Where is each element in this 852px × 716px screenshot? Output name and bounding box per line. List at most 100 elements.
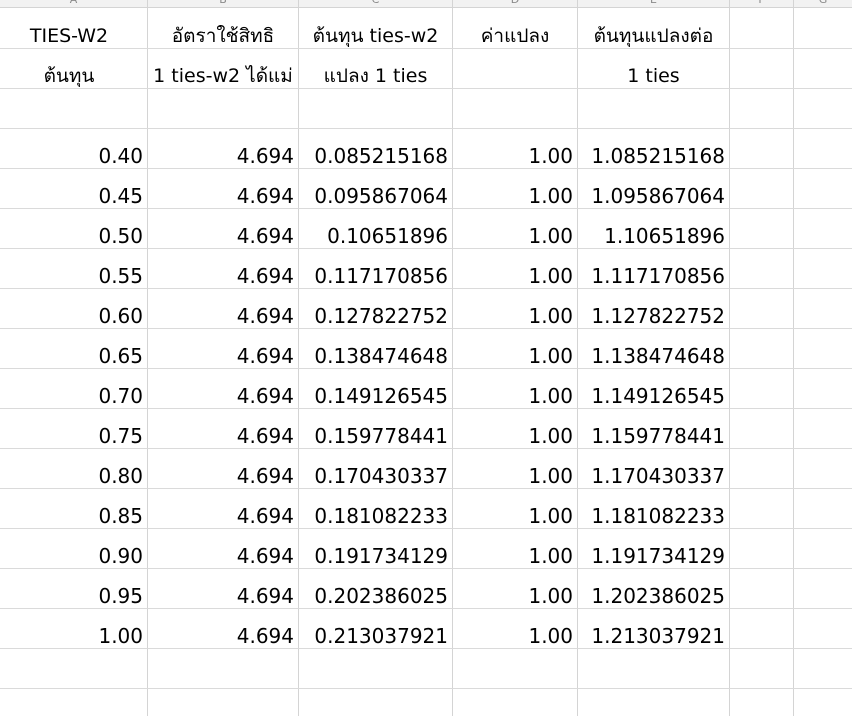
cell-a-cost[interactable]: 0.45 bbox=[0, 176, 147, 216]
cell-c-cost-per-tie[interactable]: 0.138474648 bbox=[299, 336, 452, 376]
column-header-g[interactable]: G bbox=[794, 0, 852, 7]
cell-d-conversion-fee[interactable]: 1.00 bbox=[453, 136, 577, 176]
cell-b-header-1[interactable]: อัตราใช้สิทธิ bbox=[148, 16, 298, 56]
cell-c-cost-per-tie[interactable]: 0.159778441 bbox=[299, 416, 452, 456]
column-header-b[interactable]: B bbox=[148, 0, 298, 7]
row-divider bbox=[0, 688, 852, 689]
table-row: 0.75 4.694 0.159778441 1.00 1.159778441 bbox=[0, 416, 852, 456]
cell-c-cost-per-tie[interactable]: 0.213037921 bbox=[299, 616, 452, 656]
cell-e-total-cost[interactable]: 1.170430337 bbox=[578, 456, 729, 496]
cell-c-cost-per-tie[interactable]: 0.127822752 bbox=[299, 296, 452, 336]
cell-b-ratio[interactable]: 4.694 bbox=[148, 376, 298, 416]
cell-c-header-1[interactable]: ต้นทุน ties-w2 bbox=[299, 16, 452, 56]
cell-e-total-cost[interactable]: 1.10651896 bbox=[578, 216, 729, 256]
table-row: 0.90 4.694 0.191734129 1.00 1.191734129 bbox=[0, 536, 852, 576]
column-header-f[interactable]: F bbox=[730, 0, 793, 7]
table-row: 0.85 4.694 0.181082233 1.00 1.181082233 bbox=[0, 496, 852, 536]
cell-b-ratio[interactable]: 4.694 bbox=[148, 456, 298, 496]
spreadsheet-grid: A B C D E F G TIES-W2 อัตราใช้สิทธิ ต้นท… bbox=[0, 0, 852, 716]
cell-e-total-cost[interactable]: 1.181082233 bbox=[578, 496, 729, 536]
cell-d-conversion-fee[interactable]: 1.00 bbox=[453, 336, 577, 376]
cell-b-header-2[interactable]: 1 ties-w2 ได้แม่ bbox=[148, 56, 298, 96]
cell-b-ratio[interactable]: 4.694 bbox=[148, 616, 298, 656]
cell-e-header-2[interactable]: 1 ties bbox=[578, 56, 729, 96]
column-header-d[interactable]: D bbox=[453, 0, 577, 7]
cell-d-conversion-fee[interactable]: 1.00 bbox=[453, 376, 577, 416]
cell-c-header-2[interactable]: แปลง 1 ties bbox=[299, 56, 452, 96]
cell-a-cost[interactable]: 0.75 bbox=[0, 416, 147, 456]
cell-e-total-cost[interactable]: 1.085215168 bbox=[578, 136, 729, 176]
cell-e-header-1[interactable]: ต้นทุนแปลงต่อ bbox=[578, 16, 729, 56]
cell-d-conversion-fee[interactable]: 1.00 bbox=[453, 616, 577, 656]
cell-b-ratio[interactable]: 4.694 bbox=[148, 496, 298, 536]
cell-d-conversion-fee[interactable]: 1.00 bbox=[453, 576, 577, 616]
cell-c-cost-per-tie[interactable]: 0.10651896 bbox=[299, 216, 452, 256]
cell-c-cost-per-tie[interactable]: 0.191734129 bbox=[299, 536, 452, 576]
cell-a-cost[interactable]: 1.00 bbox=[0, 616, 147, 656]
cell-d-conversion-fee[interactable]: 1.00 bbox=[453, 456, 577, 496]
cell-e-total-cost[interactable]: 1.127822752 bbox=[578, 296, 729, 336]
cell-b-ratio[interactable]: 4.694 bbox=[148, 296, 298, 336]
table-row: 0.65 4.694 0.138474648 1.00 1.138474648 bbox=[0, 336, 852, 376]
cell-e-total-cost[interactable]: 1.149126545 bbox=[578, 376, 729, 416]
cell-c-cost-per-tie[interactable]: 0.095867064 bbox=[299, 176, 452, 216]
column-header-bar: A B C D E F G bbox=[0, 0, 852, 8]
table-row: 0.70 4.694 0.149126545 1.00 1.149126545 bbox=[0, 376, 852, 416]
cell-a-cost[interactable]: 0.95 bbox=[0, 576, 147, 616]
column-header-a[interactable]: A bbox=[0, 0, 147, 7]
cell-c-cost-per-tie[interactable]: 0.085215168 bbox=[299, 136, 452, 176]
column-header-c[interactable]: C bbox=[299, 0, 452, 7]
cell-c-cost-per-tie[interactable]: 0.181082233 bbox=[299, 496, 452, 536]
cell-c-cost-per-tie[interactable]: 0.170430337 bbox=[299, 456, 452, 496]
cell-d-header-2[interactable] bbox=[453, 56, 577, 96]
table-row: 0.95 4.694 0.202386025 1.00 1.202386025 bbox=[0, 576, 852, 616]
cell-b-ratio[interactable]: 4.694 bbox=[148, 136, 298, 176]
cell-a-cost[interactable]: 0.55 bbox=[0, 256, 147, 296]
cell-b-ratio[interactable]: 4.694 bbox=[148, 536, 298, 576]
table-row: 0.50 4.694 0.10651896 1.00 1.10651896 bbox=[0, 216, 852, 256]
table-row: 0.60 4.694 0.127822752 1.00 1.127822752 bbox=[0, 296, 852, 336]
cell-d-conversion-fee[interactable]: 1.00 bbox=[453, 496, 577, 536]
cell-b-ratio[interactable]: 4.694 bbox=[148, 216, 298, 256]
cell-e-total-cost[interactable]: 1.095867064 bbox=[578, 176, 729, 216]
table-row: 0.80 4.694 0.170430337 1.00 1.170430337 bbox=[0, 456, 852, 496]
cell-c-cost-per-tie[interactable]: 0.149126545 bbox=[299, 376, 452, 416]
cell-b-ratio[interactable]: 4.694 bbox=[148, 416, 298, 456]
table-row: 0.45 4.694 0.095867064 1.00 1.095867064 bbox=[0, 176, 852, 216]
cell-e-total-cost[interactable]: 1.117170856 bbox=[578, 256, 729, 296]
cell-a-cost[interactable]: 0.50 bbox=[0, 216, 147, 256]
cell-c-cost-per-tie[interactable]: 0.117170856 bbox=[299, 256, 452, 296]
cell-e-total-cost[interactable]: 1.138474648 bbox=[578, 336, 729, 376]
cell-a-cost[interactable]: 0.60 bbox=[0, 296, 147, 336]
cell-e-total-cost[interactable]: 1.159778441 bbox=[578, 416, 729, 456]
cell-e-total-cost[interactable]: 1.213037921 bbox=[578, 616, 729, 656]
cell-a-cost[interactable]: 0.80 bbox=[0, 456, 147, 496]
cell-a-header-2[interactable]: ต้นทุน bbox=[0, 56, 138, 96]
column-header-e[interactable]: E bbox=[578, 0, 729, 7]
cell-a-cost[interactable]: 0.70 bbox=[0, 376, 147, 416]
cell-a-cost[interactable]: 0.85 bbox=[0, 496, 147, 536]
cell-a-cost[interactable]: 0.65 bbox=[0, 336, 147, 376]
cell-d-conversion-fee[interactable]: 1.00 bbox=[453, 536, 577, 576]
cell-d-conversion-fee[interactable]: 1.00 bbox=[453, 296, 577, 336]
table-row: 1.00 4.694 0.213037921 1.00 1.213037921 bbox=[0, 616, 852, 656]
table-row: 0.55 4.694 0.117170856 1.00 1.117170856 bbox=[0, 256, 852, 296]
cell-b-ratio[interactable]: 4.694 bbox=[148, 576, 298, 616]
row-divider bbox=[0, 128, 852, 129]
cell-b-ratio[interactable]: 4.694 bbox=[148, 256, 298, 296]
cell-b-ratio[interactable]: 4.694 bbox=[148, 336, 298, 376]
cell-d-conversion-fee[interactable]: 1.00 bbox=[453, 216, 577, 256]
cell-a-cost[interactable]: 0.40 bbox=[0, 136, 147, 176]
cell-e-total-cost[interactable]: 1.191734129 bbox=[578, 536, 729, 576]
cell-a-cost[interactable]: 0.90 bbox=[0, 536, 147, 576]
header-row-2: ต้นทุน 1 ties-w2 ได้แม่ แปลง 1 ties 1 ti… bbox=[0, 56, 852, 96]
cell-d-conversion-fee[interactable]: 1.00 bbox=[453, 416, 577, 456]
cell-b-ratio[interactable]: 4.694 bbox=[148, 176, 298, 216]
cell-d-conversion-fee[interactable]: 1.00 bbox=[453, 176, 577, 216]
cell-c-cost-per-tie[interactable]: 0.202386025 bbox=[299, 576, 452, 616]
cell-e-total-cost[interactable]: 1.202386025 bbox=[578, 576, 729, 616]
header-row-1: TIES-W2 อัตราใช้สิทธิ ต้นทุน ties-w2 ค่า… bbox=[0, 16, 852, 56]
cell-d-header-1[interactable]: ค่าแปลง bbox=[453, 16, 577, 56]
cell-a-header-1[interactable]: TIES-W2 bbox=[0, 16, 138, 56]
cell-d-conversion-fee[interactable]: 1.00 bbox=[453, 256, 577, 296]
